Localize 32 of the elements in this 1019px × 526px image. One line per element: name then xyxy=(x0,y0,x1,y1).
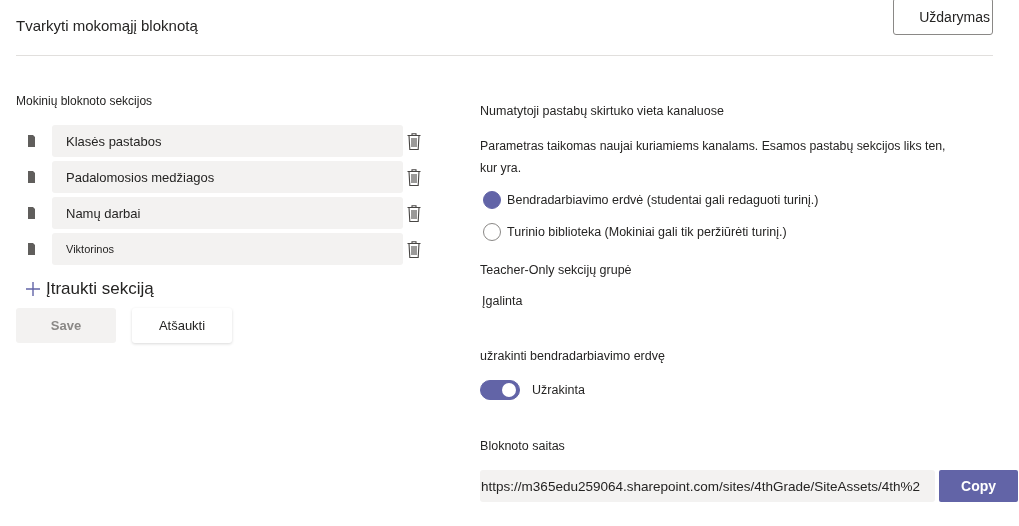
setting-heading: Bloknoto saitas xyxy=(480,439,566,453)
section-name-field[interactable]: Viktorinos xyxy=(52,233,403,265)
trash-icon[interactable] xyxy=(407,132,421,150)
drag-handle-icon[interactable] xyxy=(28,135,35,147)
section-name-field[interactable]: Namų darbai xyxy=(52,197,403,229)
setting-value: Įgalinta xyxy=(482,294,524,308)
trash-icon[interactable] xyxy=(407,240,421,258)
link-field[interactable]: https://m365edu259064.sharepoint.com/sites/4thGrade/SiteAssets/4th%2 xyxy=(480,470,936,502)
drag-handle-icon[interactable] xyxy=(28,207,35,219)
trash-icon[interactable] xyxy=(407,204,421,222)
copy-button[interactable]: Copy xyxy=(939,470,1019,502)
radio-option[interactable]: Bendradarbiavimo erdvė (studentai gali redaguoti turinį.) xyxy=(483,191,1019,209)
dialog-title: Tvarkyti mokomąjį bloknotą xyxy=(16,17,198,34)
section-heading: Mokinių bloknoto sekcijos xyxy=(16,94,154,108)
setting-description: Parametras taikomas naujai kuriamiems kanalams. Esamos pastabų sekcijos liks ten, kur yra. xyxy=(480,138,947,177)
setting-heading: užrakinti bendradarbiavimo erdvę xyxy=(480,349,666,363)
drag-handle-icon[interactable] xyxy=(28,171,35,183)
toggle-label: Užrakinta xyxy=(532,383,585,397)
setting-heading: Numatytoji pastabų skirtuko vieta kanaluose xyxy=(480,104,725,118)
cancel-button[interactable]: Atšaukti xyxy=(132,308,232,343)
close-button[interactable]: Uždarymas xyxy=(893,0,993,35)
plus-icon xyxy=(26,282,40,296)
radio-option[interactable]: Turinio biblioteka (Mokiniai gali tik peržiūrėti turinį.) xyxy=(483,223,1019,241)
drag-handle-icon[interactable] xyxy=(28,243,35,255)
setting-heading: Teacher-Only sekcijų grupė xyxy=(480,263,633,277)
section-name-field[interactable]: Padalomosios medžiagos xyxy=(52,161,403,193)
toggle-switch[interactable] xyxy=(480,380,521,400)
add-section-button[interactable]: Įtraukti sekciją xyxy=(26,279,154,299)
radio-button[interactable] xyxy=(483,191,502,209)
radio-button[interactable] xyxy=(483,223,502,241)
trash-icon[interactable] xyxy=(407,168,421,186)
section-name-field[interactable]: Klasės pastabos xyxy=(52,125,403,157)
